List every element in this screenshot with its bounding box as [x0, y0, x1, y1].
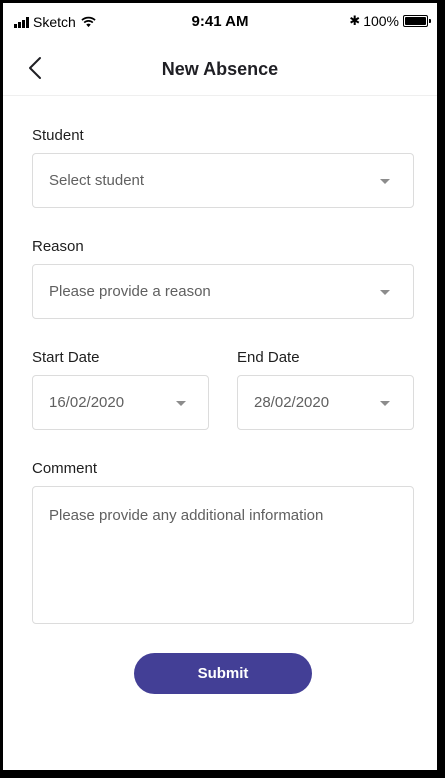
page-title: New Absence [161, 59, 279, 79]
student-select[interactable]: Select student [32, 153, 414, 208]
status-right: ✱ 100% [349, 13, 431, 29]
student-select-placeholder: Select student [49, 172, 145, 189]
bluetooth-icon: ✱ [349, 13, 361, 28]
caret-down-icon [380, 401, 390, 406]
end-date-label: End Date [237, 349, 300, 366]
caret-down-icon [380, 290, 390, 295]
comment-label: Comment [32, 460, 98, 477]
reason-select-placeholder: Please provide a reason [49, 283, 211, 300]
caret-down-icon [176, 401, 186, 406]
battery-percent: 100% [363, 13, 399, 29]
end-date-select[interactable]: 28/02/2020 [237, 375, 414, 430]
battery-level [405, 17, 426, 25]
battery-icon [403, 15, 431, 27]
student-label: Student [32, 127, 84, 144]
start-date-select[interactable]: 16/02/2020 [32, 375, 209, 430]
start-date-label: Start Date [32, 349, 100, 366]
submit-button[interactable]: Submit [134, 653, 312, 694]
phone-screen: Sketch 9:41 AM ✱ 100% New Absence Studen… [3, 3, 437, 770]
end-date-value: 28/02/2020 [254, 394, 330, 411]
reason-label: Reason [32, 238, 84, 255]
reason-select[interactable]: Please provide a reason [32, 264, 414, 319]
start-date-value: 16/02/2020 [49, 394, 125, 411]
comment-textarea[interactable]: Please provide any additional informatio… [32, 486, 414, 624]
nav-header: New Absence [3, 41, 437, 96]
status-bar: Sketch 9:41 AM ✱ 100% [3, 3, 437, 41]
comment-placeholder: Please provide any additional informatio… [49, 507, 324, 524]
caret-down-icon [380, 179, 390, 184]
